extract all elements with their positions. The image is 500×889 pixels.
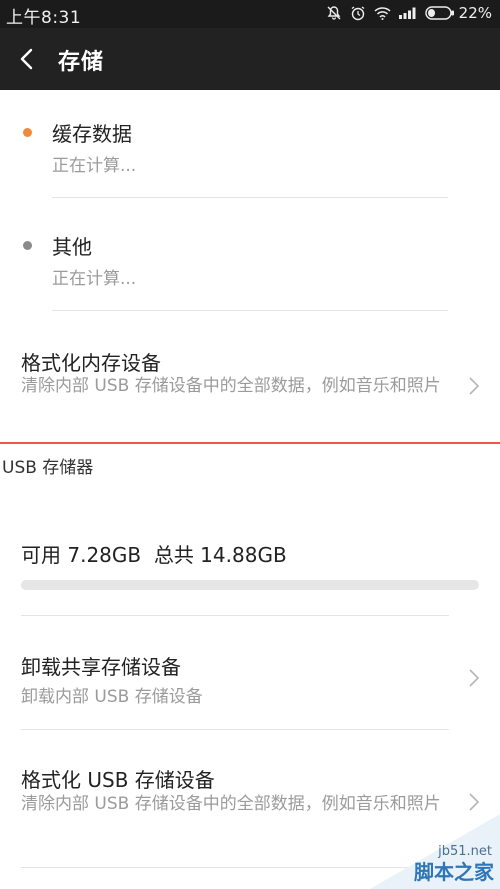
- chevron-right-icon: [469, 669, 480, 687]
- format-internal-subtitle: 清除内部 USB 存储设备中的全部数据，例如音乐和照片: [21, 376, 441, 396]
- signal-icon: [398, 7, 417, 19]
- battery-icon: [424, 6, 455, 20]
- unmount-title: 卸载共享存储设备: [21, 655, 181, 679]
- list-item-unmount[interactable]: 卸载共享存储设备 卸载内部 USB 存储设备: [0, 616, 500, 730]
- mute-icon: [326, 5, 342, 21]
- chevron-right-icon: [469, 793, 480, 811]
- chevron-right-icon: [469, 377, 480, 395]
- watermark: jb51.net 脚本之家: [350, 814, 500, 889]
- usb-storage-summary: 可用 7.28GB 总共 14.88GB: [0, 490, 500, 616]
- list-item-format-internal[interactable]: 格式化内存设备 清除内部 USB 存储设备中的全部数据，例如音乐和照片: [0, 311, 500, 444]
- status-time: 上午8:31: [6, 8, 82, 28]
- cache-dot: [23, 128, 32, 137]
- status-icons: 22%: [326, 4, 492, 22]
- storage-summary-text: 可用 7.28GB 总共 14.88GB: [21, 539, 287, 568]
- storage-content: 缓存数据 正在计算... 其他 正在计算... 格式化内存设备 清除内部 USB…: [0, 90, 500, 889]
- storage-progress-bar: [21, 580, 479, 590]
- format-usb-title: 格式化 USB 存储设备: [21, 768, 215, 792]
- alarm-icon: [350, 5, 366, 21]
- section-divider: [0, 442, 500, 444]
- cache-title: 缓存数据: [52, 122, 132, 146]
- cache-subtitle: 正在计算...: [52, 156, 137, 176]
- total-label: 总共 14.88GB: [153, 543, 287, 567]
- list-item-cache[interactable]: 缓存数据 正在计算...: [0, 90, 500, 198]
- battery-status: 22%: [424, 4, 492, 22]
- other-subtitle: 正在计算...: [52, 269, 137, 289]
- storage-progress-fill: [21, 580, 255, 590]
- other-dot: [23, 241, 32, 250]
- app-bar: 存储: [0, 28, 500, 90]
- format-internal-title: 格式化内存设备: [21, 351, 161, 375]
- status-bar: 上午8:31 22%: [0, 0, 500, 28]
- other-title: 其他: [52, 235, 92, 259]
- back-button[interactable]: [14, 45, 42, 73]
- page-title: 存储: [58, 50, 105, 75]
- unmount-subtitle: 卸载内部 USB 存储设备: [21, 687, 203, 707]
- chevron-left-icon: [20, 48, 33, 70]
- available-label: 可用 7.28GB: [21, 543, 142, 567]
- battery-percent: 22%: [458, 4, 492, 22]
- wifi-icon: [374, 6, 391, 20]
- usb-section-header: USB 存储器: [2, 458, 94, 478]
- watermark-brand: 脚本之家: [414, 860, 494, 884]
- list-item-other[interactable]: 其他 正在计算...: [0, 198, 500, 311]
